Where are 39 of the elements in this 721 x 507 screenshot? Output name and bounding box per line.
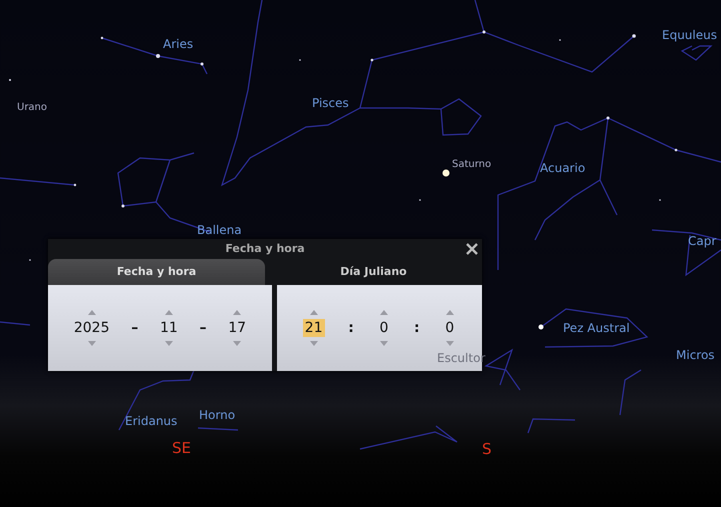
dialog-tab[interactable]: Fecha y hora	[48, 259, 265, 285]
down-arrow-icon[interactable]	[88, 341, 96, 346]
spinner-value[interactable]: 11	[158, 319, 180, 337]
dialog-tab[interactable]: Día Juliano	[265, 259, 482, 285]
planet-label: Saturno	[452, 160, 492, 170]
separator-label: –	[200, 318, 207, 338]
close-icon[interactable]	[466, 243, 478, 255]
spinner-value[interactable]: 2025	[72, 319, 112, 337]
up-arrow-icon[interactable]	[310, 310, 318, 315]
spinner-value[interactable]: 0	[377, 319, 390, 337]
separator-label: :	[348, 318, 354, 338]
dialog-title: Fecha y hora	[225, 240, 305, 257]
down-arrow-icon[interactable]	[380, 341, 388, 346]
constellation-label: Eridanus	[125, 415, 178, 427]
up-arrow-icon[interactable]	[164, 310, 173, 315]
down-arrow-icon[interactable]	[164, 341, 173, 346]
constellation-label: Micros	[676, 349, 715, 361]
down-arrow-icon[interactable]	[233, 341, 242, 346]
spinner-value[interactable]: 0	[443, 319, 456, 337]
compass-direction-label: SE	[172, 441, 191, 456]
spinner-value[interactable]: 21	[302, 319, 325, 337]
constellation-label: Ballena	[197, 224, 242, 236]
down-arrow-icon[interactable]	[310, 341, 318, 346]
constellation-label: Pisces	[312, 97, 349, 109]
separator-label: –	[131, 318, 138, 338]
up-arrow-icon[interactable]	[380, 310, 388, 315]
down-arrow-icon[interactable]	[446, 341, 454, 346]
planet-label: Urano	[17, 103, 48, 113]
separator-label: :	[414, 318, 420, 338]
constellation-label: Equuleus	[662, 29, 717, 41]
constellation-label: Pez Austral	[563, 322, 630, 334]
constellation-label: Aries	[163, 38, 194, 50]
compass-direction-label: S	[482, 442, 492, 457]
up-arrow-icon[interactable]	[88, 310, 96, 315]
constellation-label: Horno	[199, 409, 236, 421]
constellation-label: Acuario	[540, 162, 586, 174]
up-arrow-icon[interactable]	[446, 310, 454, 315]
spinner-value[interactable]: 17	[226, 319, 248, 337]
up-arrow-icon[interactable]	[233, 310, 242, 315]
